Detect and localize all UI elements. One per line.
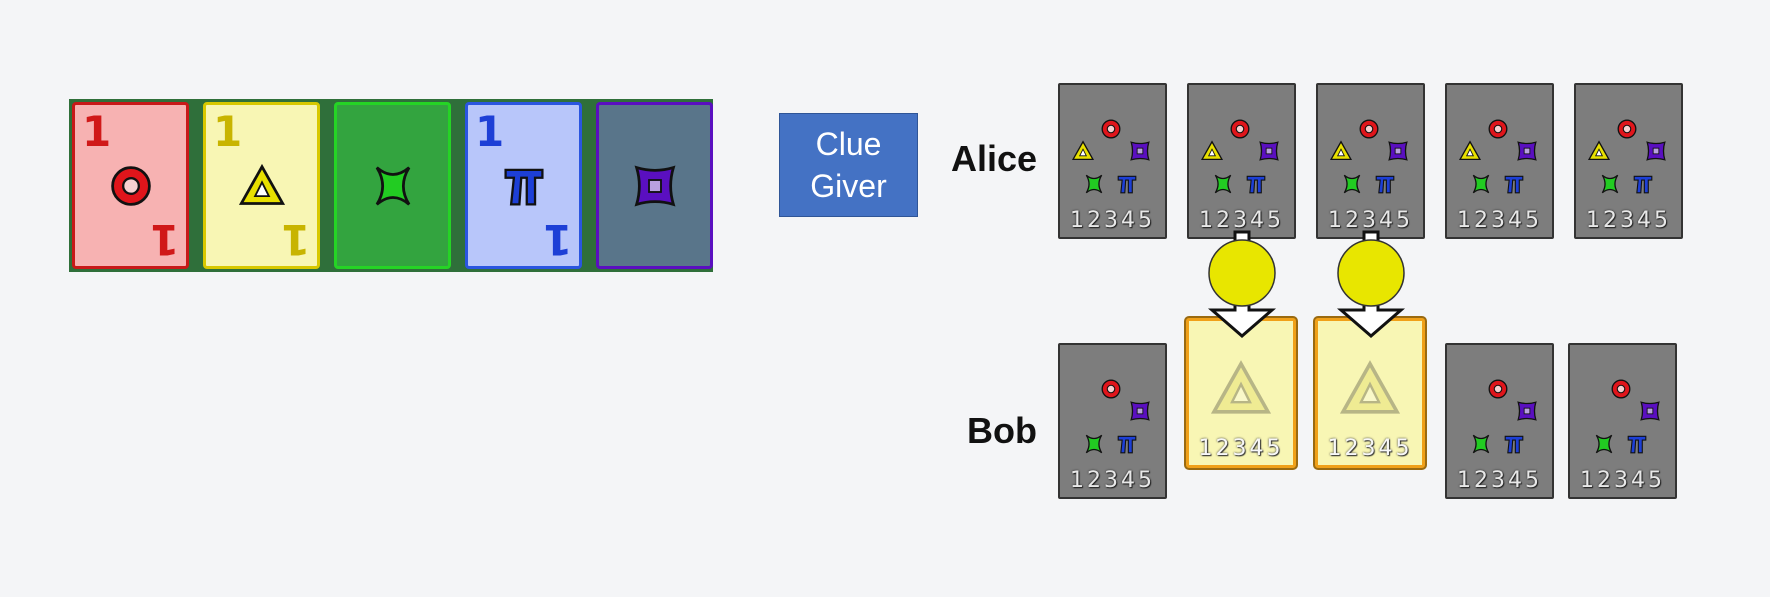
triangle-icon: [239, 163, 285, 205]
hand-card[interactable]: 12345: [1315, 318, 1425, 468]
square-icon: [1517, 141, 1537, 161]
possible-ranks: 12345: [1070, 208, 1155, 233]
hand-card[interactable]: 12345: [1445, 343, 1554, 499]
stack-rank-bottom: 1: [149, 215, 179, 264]
hand-card[interactable]: 12345: [1187, 83, 1296, 239]
square-icon: [1640, 401, 1660, 421]
pi-icon: [1117, 435, 1137, 454]
clue-arrow: [1207, 230, 1277, 338]
hand-card[interactable]: 12345: [1316, 83, 1425, 239]
circle-icon: [1230, 119, 1250, 139]
triangle-icon: [1071, 140, 1095, 161]
possible-ranks: 12345: [1327, 436, 1413, 461]
play-stack-purple: [596, 102, 713, 269]
possible-ranks: 12345: [1457, 208, 1542, 233]
play-stack-green: [334, 102, 451, 269]
possible-ranks: 12345: [1586, 208, 1671, 233]
stack-rank-bottom: 1: [280, 215, 310, 264]
pi-icon: [504, 168, 544, 206]
possible-ranks: 12345: [1070, 468, 1155, 493]
circle-icon: [1101, 379, 1121, 399]
clue-giver-label: Clue Giver: [779, 113, 918, 217]
square-icon: [1517, 401, 1537, 421]
circle-icon: [1101, 119, 1121, 139]
cross-icon: [1085, 434, 1103, 454]
clue-giver-line2: Giver: [810, 168, 887, 204]
play-stacks: 11 11 11: [69, 99, 713, 272]
clue-arrow: [1336, 230, 1406, 338]
square-icon: [1388, 141, 1408, 161]
hand-card[interactable]: 12345: [1445, 83, 1554, 239]
play-stack-yellow: 11: [203, 102, 320, 269]
triangle-icon: [1458, 140, 1482, 161]
hand-card[interactable]: 12345: [1186, 318, 1296, 468]
possible-ranks: 12345: [1198, 436, 1284, 461]
pi-icon: [1246, 175, 1266, 194]
cross-icon: [1472, 174, 1490, 194]
pi-icon: [1375, 175, 1395, 194]
player-name-alice: Alice: [951, 138, 1038, 179]
circle-icon: [1488, 119, 1508, 139]
circle-icon: [1617, 119, 1637, 139]
square-icon: [634, 165, 676, 207]
square-icon: [1259, 141, 1279, 161]
cross-icon: [375, 166, 411, 206]
play-stack-blue: 11: [465, 102, 582, 269]
pi-icon: [1504, 435, 1524, 454]
circle-icon: [1488, 379, 1508, 399]
square-icon: [1130, 141, 1150, 161]
hand-card[interactable]: 12345: [1058, 83, 1167, 239]
triangle-icon: [1200, 140, 1224, 161]
cross-icon: [1595, 434, 1613, 454]
pi-icon: [1633, 175, 1653, 194]
clue-giver-line1: Clue: [815, 126, 882, 162]
circle-icon: [111, 166, 151, 206]
cross-icon: [1601, 174, 1619, 194]
play-stack-red: 11: [72, 102, 189, 269]
possible-ranks: 12345: [1457, 468, 1542, 493]
cross-icon: [1214, 174, 1232, 194]
hand-card[interactable]: 12345: [1568, 343, 1677, 499]
possible-ranks: 12345: [1580, 468, 1665, 493]
hand-card[interactable]: 12345: [1574, 83, 1683, 239]
stack-rank-top: 1: [475, 107, 505, 156]
cross-icon: [1085, 174, 1103, 194]
stack-rank-top: 1: [82, 107, 112, 156]
triangle-icon: [1587, 140, 1611, 161]
pi-icon: [1627, 435, 1647, 454]
pi-icon: [1504, 175, 1524, 194]
cross-icon: [1472, 434, 1490, 454]
hand-card[interactable]: 12345: [1058, 343, 1167, 499]
square-icon: [1130, 401, 1150, 421]
triangle-icon: [1329, 140, 1353, 161]
player-name-bob: Bob: [967, 410, 1037, 451]
circle-icon: [1611, 379, 1631, 399]
circle-icon: [1359, 119, 1379, 139]
pi-icon: [1117, 175, 1137, 194]
cross-icon: [1343, 174, 1361, 194]
stack-rank-bottom: 1: [542, 215, 572, 264]
square-icon: [1646, 141, 1666, 161]
stack-rank-top: 1: [213, 107, 243, 156]
